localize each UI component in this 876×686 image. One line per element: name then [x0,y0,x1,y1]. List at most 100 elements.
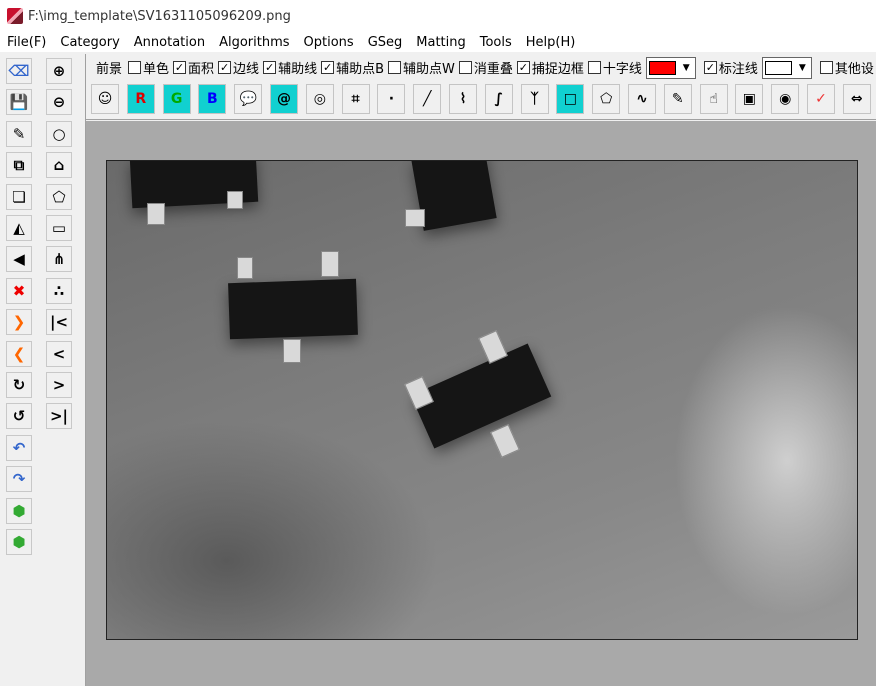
delete-icon: ✖ [12,281,26,300]
tool-r[interactable]: R [126,84,155,114]
menu-options[interactable]: Options [297,35,361,50]
left-tool-flip-icon[interactable]: ◭ [6,215,32,241]
tool-polygon-icon[interactable]: ⬠ [592,84,621,114]
left-tool-eraser-icon[interactable]: ⌫ [6,58,32,84]
checkbox-icon[interactable]: ✓ [218,61,232,74]
chevron-down-icon[interactable]: ▼ [680,61,693,75]
left-tool-redo-icon[interactable]: ↻ [6,372,32,398]
chevron-down-icon[interactable]: ▼ [796,61,809,75]
tool-label: R [135,91,147,107]
tool-brush-icon[interactable]: ✎ [663,84,692,114]
left-tool-save-icon[interactable]: 💾 [6,89,32,116]
option-item-6[interactable]: 消重叠 [458,58,513,77]
option-label-line[interactable]: ✓ 标注线 [703,58,758,77]
option-item-0[interactable]: 单色 [128,58,169,77]
checkbox-icon[interactable]: ✓ [516,61,530,74]
left-tool-undo-icon[interactable]: ↺ [6,403,32,430]
image-canvas[interactable] [106,160,858,640]
checkbox-icon[interactable] [819,61,833,74]
menu-matting[interactable]: Matting [409,35,472,50]
checkbox-icon[interactable]: ✓ [321,61,335,74]
tool-stop-icon[interactable]: ◉ [771,84,800,114]
color-preview [764,60,792,75]
left-tool-layers-icon[interactable]: ❏ [6,183,32,210]
tool-crop-icon[interactable]: ⌗ [341,84,370,114]
tool-freeform-icon[interactable]: ∿ [628,84,656,114]
option-item-8[interactable]: 十字线 [587,58,642,77]
option-item-4[interactable]: ✓ 辅助点B [321,58,384,77]
checkbox-icon[interactable]: ✓ [263,61,277,74]
menu-help[interactable]: Help(H) [519,35,583,50]
option-item-2[interactable]: ✓ 边线 [218,58,259,77]
menu-gseg[interactable]: GSeg [361,35,410,50]
left-tool-next-icon[interactable]: ❯ [6,309,32,336]
left-arrow-icon: ◀ [13,250,25,269]
tool-x[interactable]: ✓ [807,84,835,114]
option-item-7[interactable]: ✓ 捕捉边框 [516,58,584,77]
tool-g[interactable]: G [162,84,191,114]
left-tool-left-arrow-icon[interactable]: ◀ [6,246,32,273]
tool-speech-icon[interactable]: 💬 [234,84,263,114]
left-tool-edit-icon[interactable]: ✎ [6,120,32,147]
stop-icon: ◉ [779,91,792,107]
color-picker-2[interactable]: ▼ [761,56,812,79]
tool-b[interactable]: B [198,84,227,114]
menu-category[interactable]: Category [53,35,126,50]
tool-spiral-icon[interactable]: ◎ [305,84,334,114]
tool-rect-icon[interactable]: □ [556,84,585,114]
tool-branch-icon[interactable]: ᛉ [520,84,549,114]
tool-avatar-icon[interactable]: ☺ [91,84,119,114]
color-picker-1[interactable]: ▼ [645,56,696,79]
checkbox-icon[interactable] [388,61,401,74]
menu-tools[interactable]: Tools [473,35,519,50]
copy-icon: ⧉ [13,156,25,175]
tool-frame-icon[interactable]: ▣ [735,84,764,114]
tool-split-icon[interactable]: ⇔ [842,84,871,114]
tool-polyline-icon[interactable]: ⌇ [449,84,477,114]
option-label: 其他设 [834,62,874,77]
left-tool-left-chevron-icon[interactable]: < [46,340,72,367]
left-tool-forward-icon[interactable]: ↷ [6,466,32,493]
option-other[interactable]: 其他设 [819,58,874,77]
left-tool-circle-icon[interactable]: ○ [46,120,72,147]
menu-annotation[interactable]: Annotation [127,35,212,50]
left-tool-last-icon[interactable]: >| [46,403,72,430]
checkbox-icon[interactable] [587,61,601,74]
rect-icon: □ [563,91,577,107]
left-tool-copy-icon[interactable]: ⧉ [6,152,32,179]
checkbox-icon[interactable]: ✓ [703,61,717,74]
left-tool-delete-icon[interactable]: ✖ [6,277,32,304]
checkbox-icon[interactable] [458,61,472,74]
left-tool-zoom-out-icon[interactable]: ⊖ [46,89,72,116]
left-tool-right-chevron-icon[interactable]: > [46,372,72,398]
first-icon: |< [49,313,69,332]
tool-curve-icon[interactable]: ∫ [484,84,513,114]
left-tool-back-icon[interactable]: ↶ [6,434,32,461]
last-icon: >| [49,407,69,426]
left-tool-prev-icon[interactable]: ❮ [6,340,32,367]
left-tool-shape1-icon[interactable]: ⬢ [6,497,32,524]
option-label: 消重叠 [473,62,513,77]
option-item-1[interactable]: ✓ 面积 [173,58,214,77]
shape1-icon: ⬢ [12,501,26,520]
checkbox-icon[interactable] [128,61,142,74]
left-tool-zoom-in-icon[interactable]: ⊕ [46,58,72,84]
checkbox-icon[interactable]: ✓ [173,61,187,74]
left-tool-first-icon[interactable]: |< [46,309,72,336]
left-chevron-icon: < [52,344,66,363]
left-tool-node-icon[interactable]: ⋔ [46,246,72,273]
tool-x[interactable]: @ [270,84,298,114]
node-icon: ⋔ [52,250,66,269]
option-item-3[interactable]: ✓ 辅助线 [263,58,317,77]
left-tool-dot-icon[interactable]: ∴ [46,277,72,304]
tool-line-icon[interactable]: ╱ [413,84,442,114]
left-tool-rect-add-icon[interactable]: ▭ [46,215,72,241]
option-item-5[interactable]: 辅助点W [388,58,455,77]
menu-algorithms[interactable]: Algorithms [212,35,296,50]
left-tool-quad-add-icon[interactable]: ⬠ [46,183,72,210]
left-tool-shape2-icon[interactable]: ⬢ [6,529,32,555]
tool-x[interactable]: · [377,84,406,114]
tool-hand-icon[interactable]: ☝ [699,84,728,114]
left-tool-poly-add-icon[interactable]: ⌂ [46,152,72,179]
menu-file[interactable]: File(F) [0,35,53,50]
